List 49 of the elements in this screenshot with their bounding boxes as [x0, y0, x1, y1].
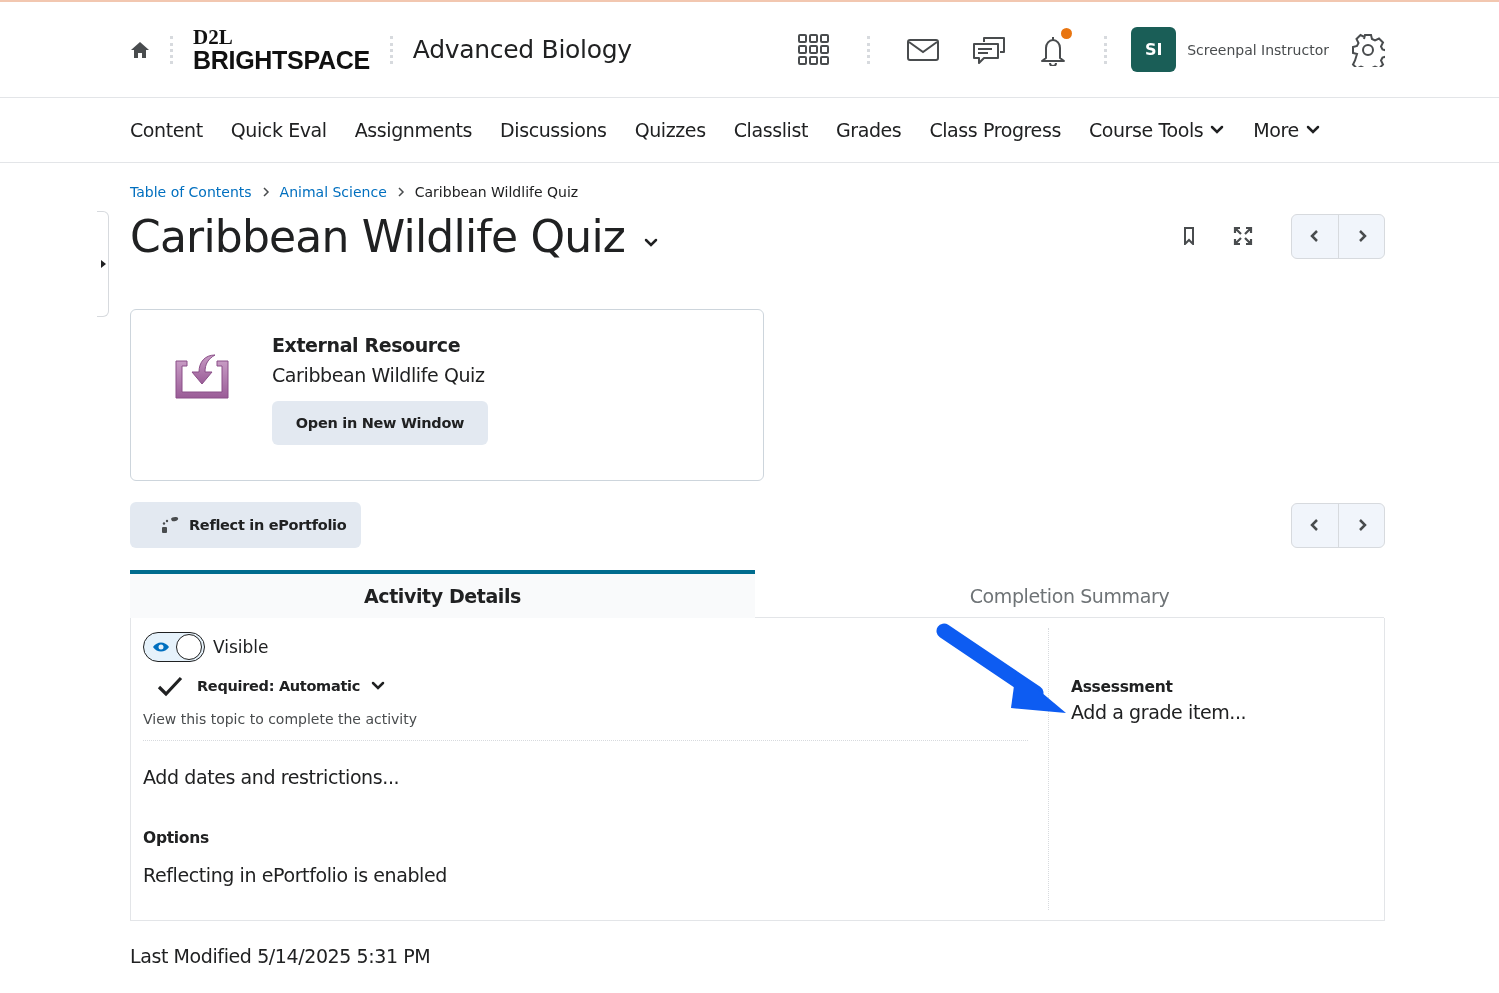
tab[interactable]: Activity Details — [130, 570, 755, 618]
logo-text: BRIGHTSPACE — [193, 47, 370, 73]
nav-link[interactable]: Classlist — [733, 119, 808, 141]
nav-link[interactable]: Quizzes — [634, 119, 706, 141]
chevron-right-icon — [396, 187, 405, 197]
side-panel-toggle[interactable] — [97, 211, 109, 317]
toggle-label: Visible — [213, 637, 269, 657]
nav-link[interactable]: Quick Eval — [230, 119, 327, 141]
tab[interactable]: Completion Summary — [755, 570, 1384, 618]
nav-link[interactable]: Assignments — [354, 119, 473, 141]
completion-requirement-dropdown[interactable]: Required: Automatic — [197, 678, 386, 694]
brightspace-logo[interactable]: D2L BRIGHTSPACE — [193, 26, 370, 73]
external-resource-icon — [175, 352, 229, 399]
add-dates-link[interactable]: Add dates and restrictions... — [143, 766, 400, 788]
resource-type: External Resource — [272, 334, 462, 356]
add-grade-item-link[interactable]: Add a grade item... — [1071, 701, 1247, 723]
caret-right-icon — [98, 259, 107, 269]
nav-link[interactable]: Content — [130, 119, 203, 141]
reflect-eportfolio-button[interactable]: Reflect in ePortfolio — [130, 502, 361, 548]
breadcrumb-link[interactable]: Table of Contents — [130, 184, 252, 200]
assessment-heading: Assessment — [1071, 678, 1174, 696]
options-heading: Options — [143, 829, 210, 847]
breadcrumb-link[interactable]: Animal Science — [279, 184, 387, 200]
nav-dropdown[interactable]: More — [1253, 119, 1321, 141]
logo-text: D2L — [193, 26, 234, 48]
chevron-right-icon — [261, 187, 270, 197]
fullscreen-icon[interactable] — [1233, 226, 1253, 246]
settings-icon[interactable] — [1351, 32, 1385, 67]
course-title[interactable]: Advanced Biology — [412, 35, 632, 64]
page-title: Caribbean Wildlife Quiz — [130, 210, 626, 262]
nav-link[interactable]: Grades — [835, 119, 902, 141]
nav-dropdown[interactable]: Course Tools — [1088, 119, 1226, 141]
breadcrumb-current: Caribbean Wildlife Quiz — [414, 184, 579, 200]
nav-link[interactable]: Class Progress — [929, 119, 1061, 141]
checkmark-icon — [157, 675, 183, 697]
last-modified: Last Modified 5/14/2025 5:31 PM — [130, 945, 432, 967]
requirement-hint: View this topic to complete the activity — [143, 711, 1028, 741]
nav-link[interactable]: Discussions — [500, 119, 607, 141]
bookmark-icon[interactable] — [1183, 227, 1195, 245]
options-text: Reflecting in ePortfolio is enabled — [143, 864, 448, 886]
reflect-icon — [161, 516, 179, 534]
user-avatar[interactable]: SI — [1131, 27, 1177, 72]
open-new-window-button[interactable]: Open in New Window — [272, 401, 488, 445]
app-grid-icon[interactable] — [797, 32, 832, 67]
home-icon[interactable] — [130, 39, 150, 60]
user-name[interactable]: Screenpal Instructor — [1187, 41, 1329, 58]
eye-icon — [152, 641, 170, 653]
resource-name: Caribbean Wildlife Quiz — [272, 364, 486, 386]
visibility-toggle[interactable] — [143, 632, 205, 662]
